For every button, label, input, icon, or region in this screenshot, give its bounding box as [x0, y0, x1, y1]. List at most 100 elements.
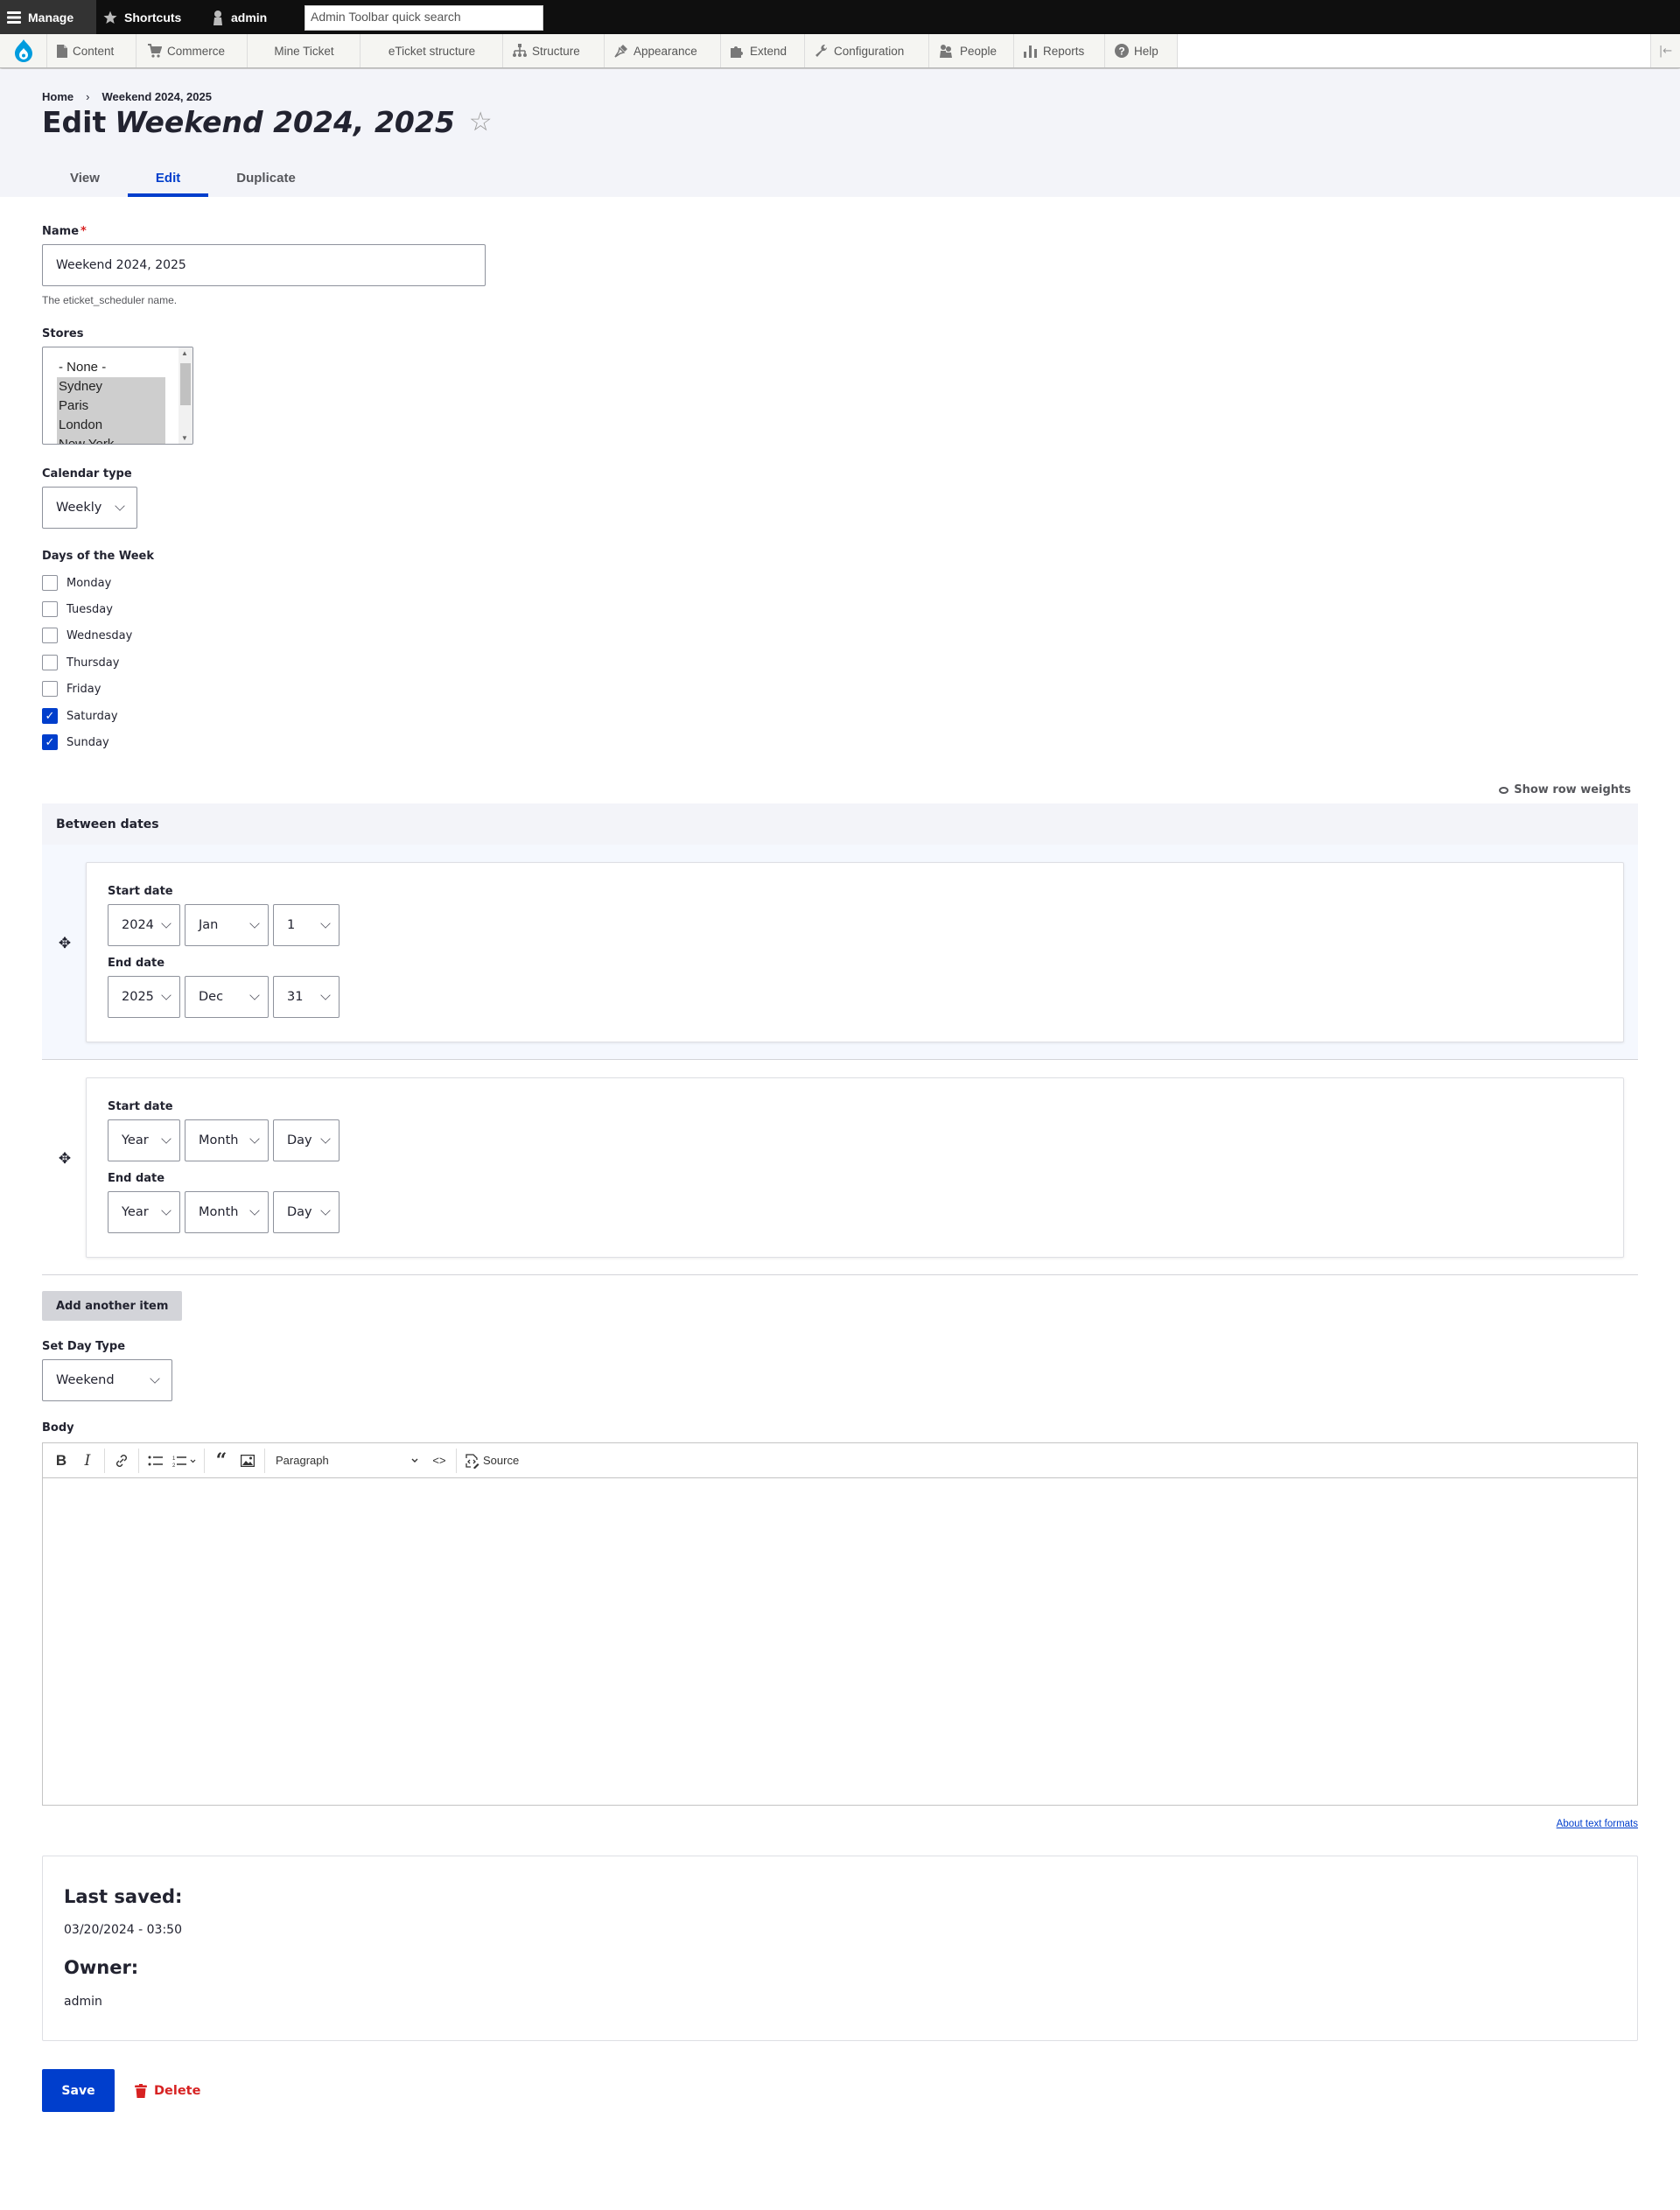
- link-button[interactable]: [108, 1448, 135, 1474]
- checkbox-unchecked[interactable]: [42, 601, 58, 617]
- sitemap-icon: [513, 44, 527, 57]
- day-checkbox-monday[interactable]: Monday: [42, 575, 111, 591]
- tray-orientation-toggle[interactable]: |←: [1650, 34, 1680, 67]
- start-day-select[interactable]: Day: [273, 1119, 340, 1161]
- manage-button[interactable]: Manage: [0, 0, 96, 34]
- tray-item-people[interactable]: People: [930, 34, 1014, 67]
- start-month-select[interactable]: Month: [185, 1119, 269, 1161]
- day-checkbox-sunday[interactable]: ✓ Sunday: [42, 734, 109, 750]
- body-editable-area[interactable]: [43, 1478, 1637, 1805]
- breadcrumb-home-link[interactable]: Home: [42, 90, 74, 103]
- checkbox-unchecked[interactable]: [42, 655, 58, 670]
- day-checkbox-friday[interactable]: Friday: [42, 681, 101, 697]
- italic-button[interactable]: I: [74, 1448, 101, 1474]
- user-button[interactable]: admin: [212, 0, 267, 34]
- select-value: Weekly: [56, 501, 102, 515]
- drag-handle-icon[interactable]: ✥: [56, 1150, 74, 1168]
- delete-link[interactable]: Delete: [135, 2069, 200, 2112]
- toolbar-separator: [456, 1448, 457, 1473]
- stores-option[interactable]: London: [57, 416, 165, 435]
- tab-edit[interactable]: Edit: [127, 158, 209, 197]
- stores-option[interactable]: Sydney: [57, 377, 165, 396]
- hamburger-icon: [7, 11, 21, 24]
- stores-label: Stores: [42, 327, 84, 340]
- tray-item-structure[interactable]: Structure: [504, 34, 605, 67]
- tray-item-help[interactable]: ? Help: [1106, 34, 1178, 67]
- select-value: Day: [287, 1133, 312, 1147]
- bold-button[interactable]: B: [48, 1448, 74, 1474]
- tray-item-extend[interactable]: Extend: [722, 34, 805, 67]
- tray-item-appearance[interactable]: Appearance: [606, 34, 721, 67]
- bulleted-list-button[interactable]: [143, 1448, 169, 1474]
- day-type-select[interactable]: Weekend: [42, 1359, 172, 1401]
- scroll-down-arrow-icon[interactable]: ▼: [181, 434, 188, 442]
- tray-item-eticket-structure[interactable]: eTicket structure: [361, 34, 503, 67]
- checkbox-unchecked[interactable]: [42, 681, 58, 697]
- stores-listbox[interactable]: - None - Sydney Paris London New York ▲ …: [42, 347, 193, 445]
- end-year-select[interactable]: 2025: [108, 976, 180, 1018]
- show-row-weights-button[interactable]: Show row weights: [1499, 783, 1631, 796]
- source-button[interactable]: Source: [460, 1448, 522, 1474]
- about-text-formats-link[interactable]: About text formats: [1557, 1819, 1638, 1829]
- tray-item-label: Content: [73, 44, 115, 58]
- heading-dropdown[interactable]: Paragraph: [269, 1448, 426, 1474]
- toolbar-search-input[interactable]: Admin Toolbar quick search: [304, 5, 543, 31]
- calendar-type-select[interactable]: Weekly: [42, 487, 137, 529]
- blockquote-button[interactable]: “: [208, 1448, 234, 1474]
- last-saved-value: 03/20/2024 - 03:50: [64, 1923, 182, 1937]
- stores-option[interactable]: Paris: [57, 396, 165, 416]
- checkbox-checked[interactable]: ✓: [42, 708, 58, 724]
- delete-label: Delete: [154, 2083, 201, 2098]
- day-checkbox-saturday[interactable]: ✓ Saturday: [42, 708, 118, 724]
- breadcrumb-current-link[interactable]: Weekend 2024, 2025: [102, 90, 212, 103]
- chevron-down-icon: [320, 1133, 331, 1144]
- checkbox-unchecked[interactable]: [42, 628, 58, 643]
- tray-item-content[interactable]: Content: [48, 34, 136, 67]
- scrollbar-thumb[interactable]: [180, 363, 191, 405]
- chevron-down-icon: [320, 1205, 331, 1216]
- end-day-select[interactable]: 31: [273, 976, 340, 1018]
- toolbar-separator: [104, 1448, 105, 1473]
- start-day-select[interactable]: 1: [273, 904, 340, 946]
- tray-item-commerce[interactable]: Commerce: [137, 34, 248, 67]
- image-button[interactable]: [234, 1448, 261, 1474]
- add-another-item-button[interactable]: Add another item: [42, 1291, 183, 1321]
- stores-scrollbar[interactable]: ▲ ▼: [178, 347, 192, 444]
- end-year-select[interactable]: Year: [108, 1191, 180, 1233]
- page-title: Edit Weekend 2024, 2025 ☆: [42, 105, 493, 139]
- code-button[interactable]: <>: [426, 1448, 452, 1474]
- tray-item-configuration[interactable]: Configuration: [806, 34, 929, 67]
- checkbox-checked[interactable]: ✓: [42, 734, 58, 750]
- favorite-star-icon[interactable]: ☆: [469, 107, 493, 137]
- start-year-select[interactable]: Year: [108, 1119, 180, 1161]
- scroll-up-arrow-icon[interactable]: ▲: [181, 349, 188, 357]
- shortcuts-button[interactable]: Shortcuts: [103, 0, 181, 34]
- save-button[interactable]: Save: [42, 2069, 115, 2112]
- admin-toolbar: Manage Shortcuts admin Admin Toolbar qui…: [0, 0, 1680, 34]
- end-day-select[interactable]: Day: [273, 1191, 340, 1233]
- drupal-home-link[interactable]: [0, 34, 47, 67]
- breadcrumb-separator: ›: [86, 90, 90, 103]
- tray-item-mine-ticket[interactable]: Mine Ticket: [248, 34, 360, 67]
- save-label: Save: [61, 2083, 95, 2098]
- calendar-type-label: Calendar type: [42, 467, 132, 481]
- day-checkbox-thursday[interactable]: Thursday: [42, 655, 119, 670]
- shortcuts-label: Shortcuts: [124, 10, 182, 25]
- end-month-select[interactable]: Dec: [185, 976, 269, 1018]
- checkbox-unchecked[interactable]: [42, 575, 58, 591]
- tray-item-reports[interactable]: Reports: [1015, 34, 1105, 67]
- stores-option[interactable]: New York: [57, 435, 165, 444]
- option-label: Paris: [59, 398, 89, 413]
- name-input[interactable]: Weekend 2024, 2025: [42, 244, 486, 286]
- end-month-select[interactable]: Month: [185, 1191, 269, 1233]
- tab-view[interactable]: View: [42, 158, 128, 197]
- drag-handle-icon[interactable]: ✥: [56, 935, 74, 952]
- stores-option[interactable]: - None -: [57, 358, 165, 377]
- eye-icon: [1499, 786, 1509, 794]
- start-year-select[interactable]: 2024: [108, 904, 180, 946]
- start-month-select[interactable]: Jan: [185, 904, 269, 946]
- day-checkbox-tuesday[interactable]: Tuesday: [42, 601, 113, 617]
- tab-duplicate[interactable]: Duplicate: [208, 158, 324, 197]
- day-checkbox-wednesday[interactable]: Wednesday: [42, 628, 132, 643]
- numbered-list-button[interactable]: 12: [169, 1448, 200, 1474]
